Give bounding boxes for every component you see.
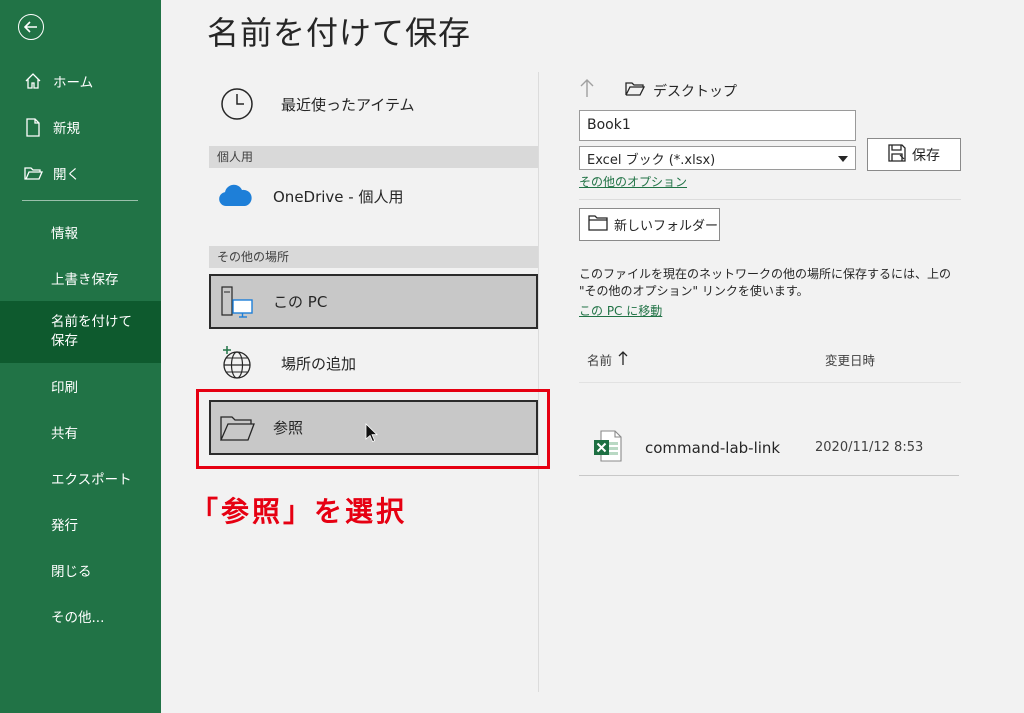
nav-print[interactable]: 印刷 [0,363,161,409]
file-list-item[interactable]: command-lab-link 2020/11/12 8:53 [579,420,959,476]
save-button[interactable]: 保存 [867,138,961,171]
new-folder-icon [588,214,608,235]
folder-open-icon [625,81,646,101]
globe-add-icon [217,343,257,383]
nav-home[interactable]: ホーム [0,58,161,104]
new-folder-label: 新しいフォルダー [614,219,719,234]
nav-save-label: 上書き保存 [51,272,119,288]
file-name: command-lab-link [645,438,781,457]
computer-icon [217,282,257,322]
path-label[interactable]: デスクトップ [653,81,737,101]
group-other: その他の場所 [209,246,538,268]
divider-horizontal [579,199,961,200]
nav-export[interactable]: エクスポート [0,455,161,501]
column-divider [538,72,539,692]
nav-new-label: 新規 [53,121,80,137]
nav-save-as-label: 名前を付けて保存 [51,314,132,349]
open-folder-icon [22,163,44,183]
more-options-link[interactable]: その他のオプション [579,173,687,190]
header-divider [579,382,961,383]
path-bar: デスクトップ [579,78,737,103]
highlight-box [196,389,550,469]
sidebar-divider [22,200,138,201]
nav-close-label: 閉じる [51,564,92,580]
nav-share[interactable]: 共有 [0,409,161,455]
clock-icon [217,84,257,124]
info-text: このファイルを現在のネットワークの他の場所に保存するには、上の "その他のオプシ… [579,267,952,298]
this-pc-link[interactable]: この PC に移動 [579,302,662,319]
nav-publish[interactable]: 発行 [0,501,161,547]
sort-up-arrow-icon [618,350,628,369]
nav-info-label: 情報 [51,226,78,242]
new-document-icon [22,117,44,137]
nav-save[interactable]: 上書き保存 [0,255,161,301]
up-arrow-icon[interactable] [579,78,609,103]
back-arrow-icon[interactable] [18,14,44,40]
location-add-place-label: 場所の追加 [281,354,357,373]
nav-new[interactable]: 新規 [0,104,161,150]
page-title: 名前を付けて保存 [207,14,472,52]
location-add-place[interactable]: 場所の追加 [209,335,539,391]
nav-export-label: エクスポート [51,472,132,488]
nav-home-label: ホーム [53,75,94,91]
save-panel: デスクトップ Book1 Excel ブック (*.xlsx) 保存 その他のオ… [579,0,999,713]
nav-more-label: その他... [51,610,105,626]
dropdown-arrow-icon [838,151,848,166]
nav-more[interactable]: その他... [0,593,161,639]
home-icon [22,71,44,91]
cloud-icon [215,176,255,216]
filetype-select[interactable]: Excel ブック (*.xlsx) [579,146,856,170]
file-list-header: 名前 変更日時 [579,348,961,370]
nav-publish-label: 発行 [51,518,78,534]
nav-open-label: 開く [53,167,80,183]
save-disk-icon [888,143,906,166]
location-this-pc[interactable]: この PC [209,274,538,329]
location-onedrive-label: OneDrive - 個人用 [273,187,404,206]
column-date-header[interactable]: 変更日時 [825,350,875,369]
save-button-label: 保存 [912,147,940,164]
location-recent[interactable]: 最近使ったアイテム [209,76,539,132]
location-onedrive[interactable]: OneDrive - 個人用 [209,168,539,224]
nav-print-label: 印刷 [51,380,78,396]
nav-close[interactable]: 閉じる [0,547,161,593]
nav-save-as[interactable]: 名前を付けて保存 [0,301,161,363]
file-date: 2020/11/12 8:53 [815,440,924,455]
column-name-label: 名前 [587,353,613,368]
filename-input[interactable]: Book1 [579,110,856,141]
backstage-sidebar: ホーム 新規 開く 情報 上書き保存 名前を付けて保存 印刷 共有 エクスポート… [0,0,161,713]
annotation-label: 「参照」を選択 [190,495,408,528]
nav-info[interactable]: 情報 [0,209,161,255]
column-name-header[interactable]: 名前 [587,350,628,369]
location-recent-label: 最近使ったアイテム [281,95,415,114]
new-folder-button[interactable]: 新しいフォルダー [579,208,720,241]
filetype-value: Excel ブック (*.xlsx) [587,152,716,168]
excel-file-icon [593,429,633,466]
group-personal: 個人用 [209,146,538,168]
nav-open[interactable]: 開く [0,150,161,196]
nav-share-label: 共有 [51,426,78,442]
location-this-pc-label: この PC [273,293,328,311]
